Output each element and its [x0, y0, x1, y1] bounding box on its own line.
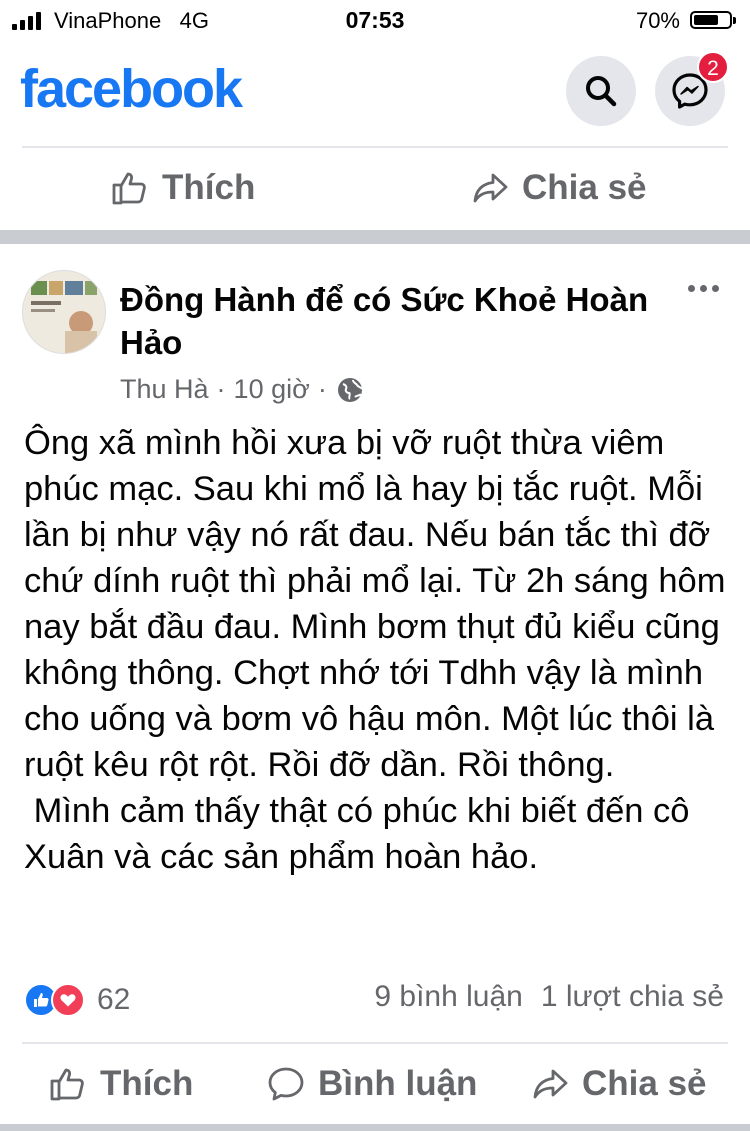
like-label: Thích: [100, 1064, 194, 1103]
more-options-icon[interactable]: [688, 285, 719, 292]
globe-icon: [337, 377, 363, 402]
post-time[interactable]: 10 giờ: [234, 374, 310, 405]
share-label: Chia sẻ: [582, 1064, 707, 1103]
comment-button[interactable]: Bình luận: [266, 1064, 477, 1104]
share-count[interactable]: 1 lượt chia sẻ: [541, 980, 724, 1014]
share-button[interactable]: Chia sẻ: [472, 168, 647, 208]
divider: [22, 1042, 728, 1044]
author-name[interactable]: Thu Hà: [120, 374, 209, 405]
like-label: Thích: [162, 168, 256, 207]
page-name[interactable]: Đồng Hành để có Sức Khoẻ Hoàn Hảo: [120, 278, 660, 364]
post-meta: Thu Hà · 10 giờ ·: [120, 374, 365, 405]
feed-separator: [0, 1124, 750, 1131]
thumbs-up-icon: [50, 1068, 84, 1101]
app-header: facebook 2: [0, 42, 750, 146]
comment-icon: [268, 1067, 304, 1101]
comment-label: Bình luận: [318, 1064, 478, 1103]
divider: [22, 146, 728, 148]
meta-separator: ·: [317, 374, 327, 404]
meta-separator: ·: [216, 374, 226, 404]
search-button[interactable]: [566, 56, 636, 126]
page-avatar[interactable]: [22, 270, 106, 354]
avatar-image: [23, 271, 105, 353]
reaction-count: 62: [97, 983, 131, 1016]
like-button[interactable]: Thích: [110, 168, 255, 208]
messenger-badge: 2: [697, 51, 729, 83]
share-button[interactable]: Chia sẻ: [532, 1064, 707, 1104]
share-icon: [473, 173, 508, 203]
reactions-summary[interactable]: 62: [24, 980, 130, 1020]
battery-percent: 70%: [635, 8, 680, 33]
post-text: Ông xã mình hồi xưa bị vỡ ruột thừa viêm…: [24, 424, 726, 876]
share-icon: [533, 1069, 568, 1099]
post-actions: Thích Bình luận Chia sẻ: [0, 1052, 750, 1122]
previous-post-actions: Thích Chia sẻ: [0, 156, 750, 226]
facebook-logo[interactable]: facebook: [20, 58, 243, 120]
battery-icon: [690, 11, 736, 29]
engagement-stats: 9 bình luận 1 lượt chia sẻ: [374, 980, 724, 1014]
share-label: Chia sẻ: [522, 168, 647, 207]
status-bar: VinaPhone 4G 07:53 70%: [0, 0, 750, 42]
thumbs-up-icon: [112, 172, 146, 205]
comment-count[interactable]: 9 bình luận: [374, 980, 522, 1014]
like-button[interactable]: Thích: [48, 1064, 193, 1104]
search-icon: [586, 76, 617, 107]
love-reaction-icon: [51, 983, 85, 1017]
feed-separator: [0, 230, 750, 244]
